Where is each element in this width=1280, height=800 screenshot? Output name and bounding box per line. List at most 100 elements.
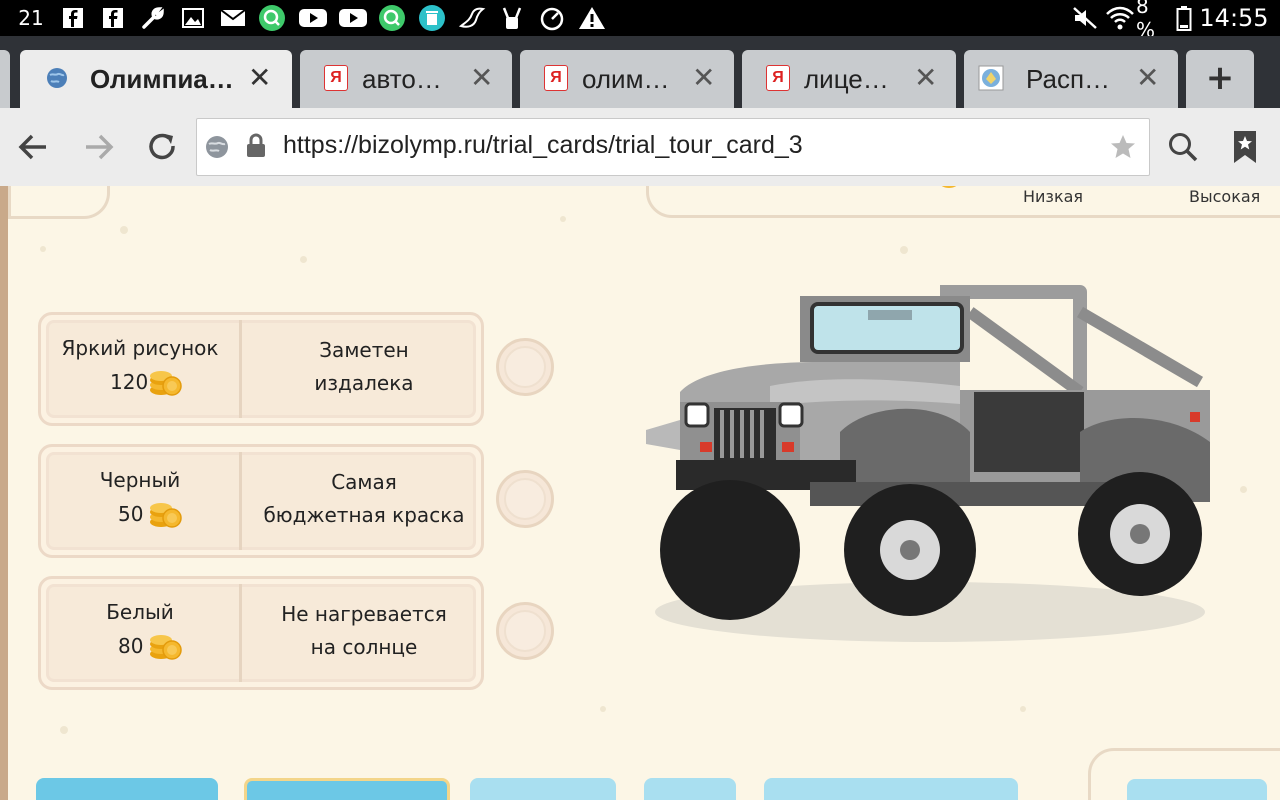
option-price: 50	[118, 502, 144, 526]
search-app-icon	[376, 0, 408, 36]
scale-high-label: Высокая	[1189, 187, 1261, 206]
globe-icon	[206, 136, 228, 158]
yandex-icon: Я	[766, 65, 790, 91]
mail-icon	[218, 0, 248, 36]
youtube-icon	[296, 0, 330, 36]
option-price: 80	[118, 634, 144, 658]
youtube-icon	[336, 0, 370, 36]
tab-title: авто…	[362, 64, 442, 94]
option-name: Черный	[99, 468, 181, 492]
forward-button[interactable]	[76, 108, 122, 186]
close-icon[interactable]: ✕	[248, 64, 271, 92]
warning-icon	[576, 0, 608, 36]
background-dot	[300, 256, 307, 263]
close-icon[interactable]: ✕	[692, 64, 715, 92]
bottom-tab-button[interactable]	[764, 778, 1018, 800]
bottom-tab-button[interactable]	[36, 778, 218, 800]
search-app-icon	[256, 0, 288, 36]
option-description-line1: Не нагревается	[281, 602, 447, 626]
radio-white[interactable]	[496, 602, 554, 660]
background-dot	[900, 246, 908, 254]
radio-black[interactable]	[496, 470, 554, 528]
jeep-illustration	[646, 285, 1210, 642]
address-bar[interactable]: https://bizolymp.ru/trial_cards/trial_to…	[196, 118, 1150, 176]
background-dot	[60, 726, 68, 734]
web-page: Низкая Высокая Яркий рисунок 120 Заметен…	[0, 186, 1280, 800]
option-divider	[239, 452, 242, 550]
coin-icon	[941, 186, 957, 188]
bottom-right-card	[1088, 748, 1280, 800]
bottom-tab-button-active[interactable]	[244, 778, 450, 800]
close-icon[interactable]: ✕	[470, 64, 493, 92]
battery-percent: 8 %	[1136, 0, 1156, 42]
speedometer-icon	[536, 0, 568, 36]
new-tab-button[interactable]: +	[1186, 50, 1254, 108]
tab-title: Олимпиа…	[90, 64, 234, 94]
option-card-black[interactable]: Черный 50 Самая бюджетная краска	[38, 444, 484, 558]
reload-icon	[149, 133, 175, 160]
bottom-tab-button[interactable]	[470, 778, 616, 800]
coin-icon	[150, 371, 182, 396]
wrench-icon	[138, 0, 168, 36]
radio-bright-pattern[interactable]	[496, 338, 554, 396]
globe-icon	[47, 68, 67, 88]
bird-icon	[456, 0, 488, 36]
option-card-bright-pattern[interactable]: Яркий рисунок 120 Заметен издалека	[38, 312, 484, 426]
option-description-line2: издалека	[314, 371, 414, 395]
tab-olympiad[interactable]: Олимпиа… ✕	[20, 50, 292, 108]
page-left-border	[0, 186, 8, 800]
background-dot	[40, 246, 46, 252]
facebook-icon	[98, 0, 128, 36]
bookmark-star-icon	[1234, 131, 1256, 163]
emblem-icon	[978, 65, 1004, 91]
option-price: 120	[110, 370, 149, 394]
trash-icon	[416, 0, 448, 36]
option-name: Белый	[106, 600, 174, 624]
tab-strip: Олимпиа… ✕ Я авто… ✕ Я олим… ✕ Я лице… ✕…	[0, 36, 1280, 108]
background-dot	[120, 226, 128, 234]
coin-icon	[150, 635, 182, 660]
option-description-line1: Заметен	[319, 338, 409, 362]
tab-overflow-left[interactable]	[0, 50, 10, 108]
option-name: Яркий рисунок	[61, 336, 219, 360]
bookmarks-button[interactable]	[1222, 108, 1268, 186]
tab-yandex-olymp[interactable]: Я олим… ✕	[520, 50, 734, 108]
battery-icon	[1174, 0, 1194, 36]
tab-yandex-auto[interactable]: Я авто… ✕	[300, 50, 512, 108]
search-button[interactable]	[1160, 108, 1206, 186]
option-description-line1: Самая	[331, 470, 397, 494]
background-dot	[560, 216, 566, 222]
mute-icon	[1070, 0, 1100, 36]
temperature-indicator: 21	[14, 0, 48, 36]
star-icon[interactable]	[1109, 133, 1137, 161]
plus-icon: +	[1205, 58, 1235, 98]
close-icon[interactable]: ✕	[914, 64, 937, 92]
status-bar: 21 8 % 14:55	[0, 0, 1280, 42]
tab-title: лице…	[804, 64, 889, 94]
yandex-icon: Я	[544, 65, 568, 91]
option-description-line2: бюджетная краска	[263, 503, 465, 527]
bottom-tab-button[interactable]	[644, 778, 736, 800]
back-button[interactable]	[10, 108, 56, 186]
option-card-white[interactable]: Белый 80 Не нагревается на солнце	[38, 576, 484, 690]
temperature-text: 21	[18, 6, 44, 30]
close-icon[interactable]: ✕	[1136, 64, 1159, 92]
lock-icon	[247, 133, 265, 157]
rating-scale-card: Низкая Высокая	[646, 186, 1280, 218]
search-icon	[1169, 133, 1198, 162]
browser-toolbar: https://bizolymp.ru/trial_cards/trial_to…	[0, 108, 1280, 187]
forward-arrow-icon	[86, 134, 114, 160]
scale-low-label: Низкая	[1023, 187, 1084, 206]
option-description-line2: на солнце	[310, 635, 418, 659]
tab-schedule[interactable]: Расп… ✕	[964, 50, 1178, 108]
reload-button[interactable]	[142, 108, 184, 186]
back-arrow-icon	[18, 134, 46, 160]
tab-yandex-lyceum[interactable]: Я лице… ✕	[742, 50, 956, 108]
tab-title: олим…	[582, 64, 670, 94]
background-dot	[600, 706, 606, 712]
wifi-icon	[1104, 0, 1136, 36]
image-icon	[178, 0, 208, 36]
bottom-right-button[interactable]	[1127, 779, 1267, 800]
facebook-icon	[58, 0, 88, 36]
robot-icon	[496, 0, 528, 36]
